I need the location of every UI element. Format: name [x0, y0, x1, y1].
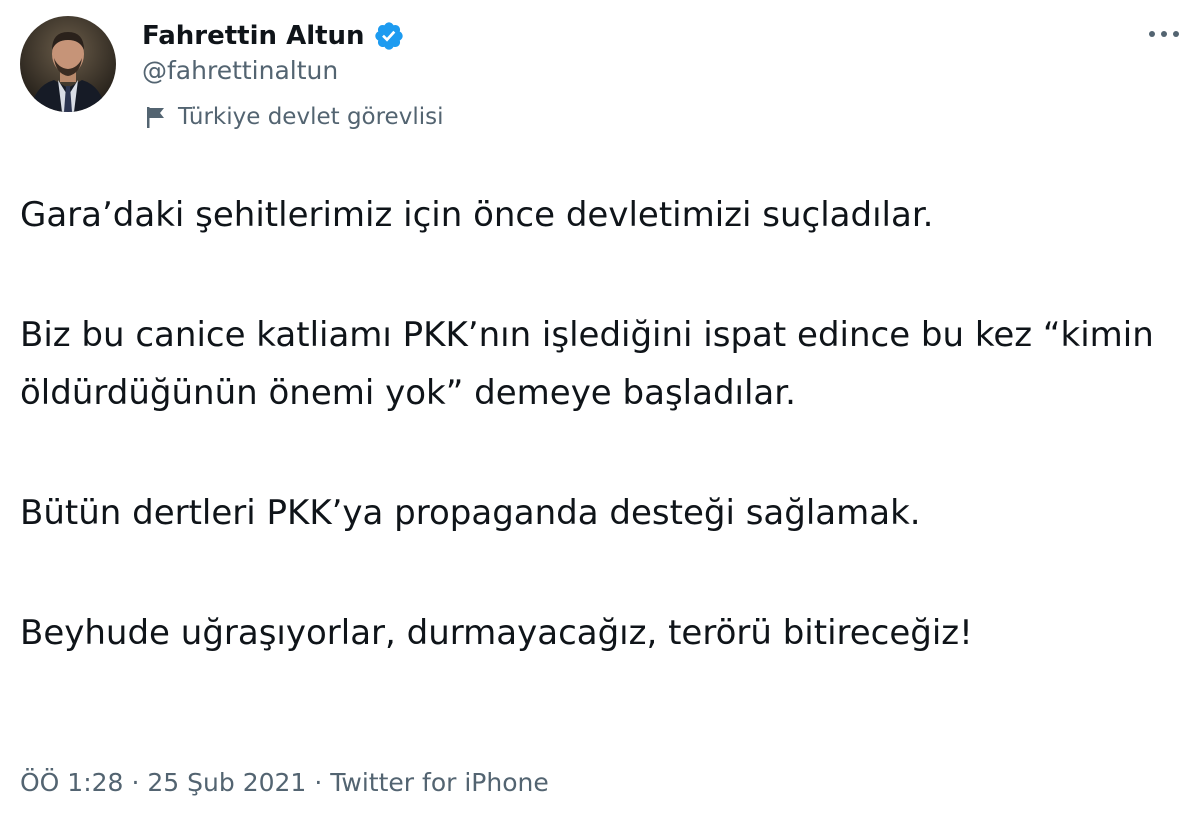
tweet-paragraph: Biz bu canice katliamı PKK’nın işlediğin… — [20, 315, 1165, 413]
tweet-metadata: ÖÖ 1:28 · 25 Şub 2021 · Twitter for iPho… — [20, 768, 549, 797]
tweet-time-link[interactable]: ÖÖ 1:28 — [20, 768, 123, 797]
tweet-paragraph: Gara’daki şehitlerimiz için önce devleti… — [20, 195, 934, 235]
user-handle[interactable]: @fahrettinaltun — [142, 56, 338, 85]
meta-separator: · — [314, 768, 323, 797]
tweet-paragraph: Bütün dertleri PKK’ya propaganda desteği… — [20, 493, 921, 533]
tweet-source-link[interactable]: Twitter for iPhone — [330, 768, 548, 797]
name-row: Fahrettin Altun — [142, 16, 405, 56]
avatar[interactable] — [20, 16, 116, 112]
tweet-text: Gara’daki şehitlerimiz için önce devleti… — [20, 186, 1190, 662]
profile-photo-icon — [20, 16, 116, 112]
tweet-card: Fahrettin Altun @fahrettinaltun Türkiye … — [0, 0, 1200, 819]
meta-separator: · — [131, 768, 140, 797]
display-name[interactable]: Fahrettin Altun — [142, 21, 365, 51]
flag-icon — [144, 104, 170, 130]
tweet-paragraph: Beyhude uğraşıyorlar, durmayacağız, terö… — [20, 613, 973, 653]
verified-badge-icon — [373, 20, 405, 52]
account-label[interactable]: Türkiye devlet görevlisi — [144, 104, 443, 130]
tweet-date-link[interactable]: 25 Şub 2021 — [147, 768, 306, 797]
more-options-icon[interactable] — [1144, 16, 1184, 52]
account-label-text: Türkiye devlet görevlisi — [178, 104, 444, 130]
